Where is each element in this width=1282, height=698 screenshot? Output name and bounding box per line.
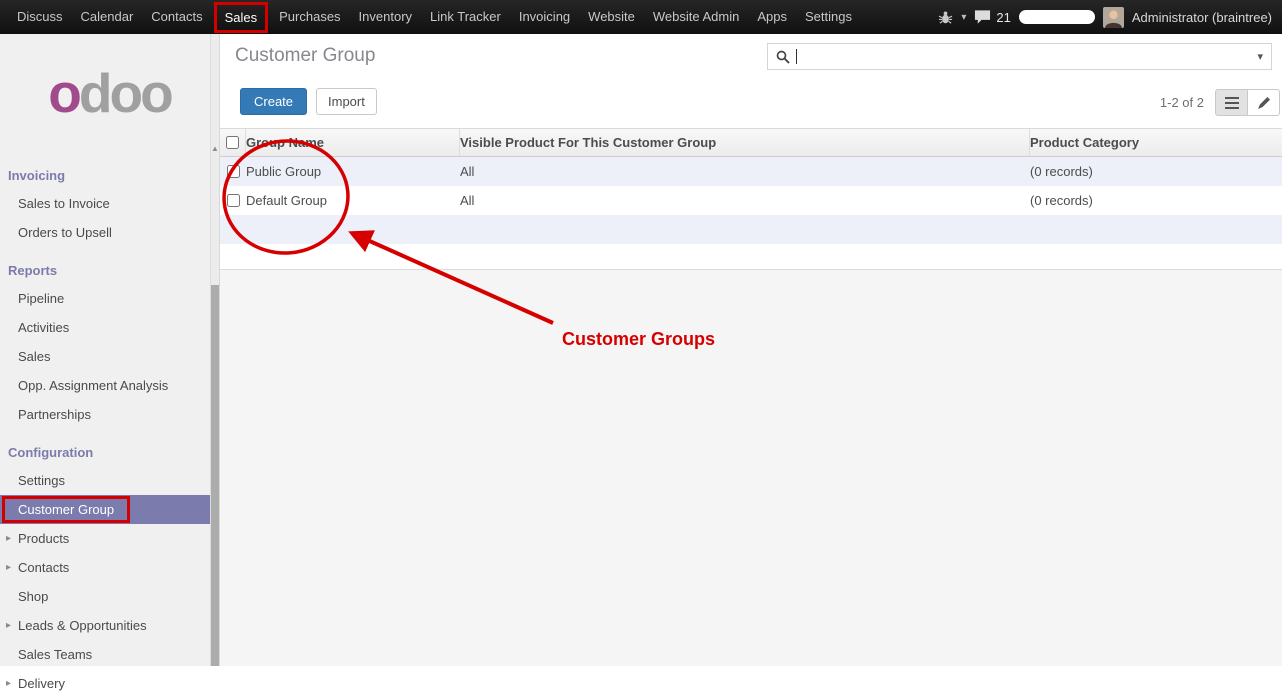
- sidebar-item-partnerships[interactable]: Partnerships: [0, 400, 210, 429]
- empty-row: [220, 244, 1282, 269]
- sidebar-item-delivery[interactable]: ▸Delivery: [0, 669, 210, 698]
- sidebar-item-sales[interactable]: Sales: [0, 342, 210, 371]
- sidebar-item-opp-assignment-analysis[interactable]: Opp. Assignment Analysis: [0, 371, 210, 400]
- table-row[interactable]: Public Group All (0 records): [220, 157, 1282, 186]
- sidebar-item-pipeline[interactable]: Pipeline: [0, 284, 210, 313]
- button-toolbar: Create Import 1-2 of 2: [220, 80, 1282, 128]
- sidebar-item-customer-group[interactable]: Customer Group: [0, 495, 210, 524]
- odoo-logo: odoo: [0, 34, 219, 152]
- empty-row: [220, 215, 1282, 244]
- list-view-icon: [1225, 97, 1239, 109]
- list-header-row: Group Name Visible Product For This Cust…: [220, 128, 1282, 157]
- search-icon[interactable]: [776, 50, 790, 64]
- content-background: [220, 269, 1282, 666]
- search-input[interactable]: [797, 48, 807, 65]
- row-checkbox[interactable]: [227, 165, 240, 178]
- select-all-cell: [220, 129, 246, 156]
- section-reports: Reports: [0, 247, 210, 284]
- sidebar-item-orders-to-upsell[interactable]: Orders to Upsell: [0, 218, 210, 247]
- sidebar-item-leads-opportunities[interactable]: ▸Leads & Opportunities: [0, 611, 210, 640]
- sidebar: odoo Invoicing Sales to Invoice Orders t…: [0, 34, 220, 666]
- cell-product-category: (0 records): [1030, 164, 1282, 179]
- app-menu: Discuss Calendar Contacts Sales Purchase…: [0, 0, 861, 34]
- search-options-caret-icon[interactable]: ▾: [1257, 50, 1271, 63]
- sidebar-item-products[interactable]: ▸Products: [0, 524, 210, 553]
- import-button[interactable]: Import: [316, 88, 377, 115]
- expand-caret-icon: ▸: [6, 524, 11, 553]
- status-pill: [1019, 10, 1095, 24]
- nav-settings[interactable]: Settings: [796, 0, 861, 34]
- section-configuration: Configuration: [0, 429, 210, 466]
- nav-discuss[interactable]: Discuss: [8, 0, 72, 34]
- expand-caret-icon: ▸: [6, 553, 11, 582]
- scrollbar-thumb[interactable]: [211, 285, 219, 666]
- odoo-logo-text: odoo: [48, 66, 170, 121]
- sidebar-item-sales-to-invoice[interactable]: Sales to Invoice: [0, 189, 210, 218]
- scrollbar-up-arrow-icon[interactable]: ▲: [211, 144, 219, 154]
- column-header-product-category[interactable]: Product Category: [1030, 129, 1282, 156]
- row-select-cell: [220, 165, 246, 178]
- nav-apps[interactable]: Apps: [748, 0, 796, 34]
- row-select-cell: [220, 194, 246, 207]
- sidebar-menu: Invoicing Sales to Invoice Orders to Ups…: [0, 152, 210, 698]
- sidebar-item-sales-teams[interactable]: Sales Teams: [0, 640, 210, 669]
- search-box[interactable]: ▾: [767, 43, 1272, 70]
- avatar[interactable]: [1103, 7, 1124, 28]
- row-checkbox[interactable]: [227, 194, 240, 207]
- user-menu[interactable]: Administrator (braintree): [1132, 10, 1272, 25]
- create-button[interactable]: Create: [240, 88, 307, 115]
- sidebar-item-activities[interactable]: Activities: [0, 313, 210, 342]
- list-view: Group Name Visible Product For This Cust…: [220, 128, 1282, 666]
- cell-group-name: Default Group: [246, 193, 460, 208]
- list-view-button[interactable]: [1215, 89, 1248, 116]
- section-invoicing: Invoicing: [0, 152, 210, 189]
- control-panel: Customer Group ▾: [220, 34, 1282, 80]
- form-view-icon: [1257, 96, 1271, 110]
- messages-count-badge[interactable]: 21: [996, 10, 1010, 25]
- sidebar-item-settings[interactable]: Settings: [0, 466, 210, 495]
- nav-purchases[interactable]: Purchases: [270, 0, 349, 34]
- sidebar-item-shop[interactable]: Shop: [0, 582, 210, 611]
- nav-contacts[interactable]: Contacts: [142, 0, 211, 34]
- main-content: Customer Group ▾ Create Import 1-2 of 2: [220, 34, 1282, 666]
- nav-sales[interactable]: Sales: [214, 2, 269, 33]
- table-row[interactable]: Default Group All (0 records): [220, 186, 1282, 215]
- column-header-visible-product[interactable]: Visible Product For This Customer Group: [460, 129, 1030, 156]
- cell-visible-product: All: [460, 193, 1030, 208]
- expand-caret-icon: ▸: [6, 611, 11, 640]
- nav-website[interactable]: Website: [579, 0, 644, 34]
- select-all-checkbox[interactable]: [226, 136, 239, 149]
- messages-icon[interactable]: [974, 9, 991, 25]
- debug-icon[interactable]: [938, 10, 953, 25]
- page-title: Customer Group: [235, 45, 375, 67]
- sidebar-item-contacts[interactable]: ▸Contacts: [0, 553, 210, 582]
- form-view-button[interactable]: [1247, 89, 1280, 116]
- pager-label: 1-2 of 2: [1160, 95, 1204, 110]
- column-header-group-name[interactable]: Group Name: [246, 129, 460, 156]
- debug-caret-icon[interactable]: ▾: [961, 12, 966, 23]
- systray: ▾ 21 Administrator (braintree): [938, 7, 1282, 28]
- nav-website-admin[interactable]: Website Admin: [644, 0, 748, 34]
- expand-caret-icon: ▸: [6, 669, 11, 698]
- nav-inventory[interactable]: Inventory: [350, 0, 421, 34]
- top-nav-bar: Discuss Calendar Contacts Sales Purchase…: [0, 0, 1282, 34]
- sidebar-item-label: Customer Group: [18, 502, 114, 517]
- sidebar-scrollbar[interactable]: ▲: [210, 34, 219, 666]
- nav-invoicing[interactable]: Invoicing: [510, 0, 579, 34]
- nav-link-tracker[interactable]: Link Tracker: [421, 0, 510, 34]
- nav-calendar[interactable]: Calendar: [72, 0, 143, 34]
- view-switcher: [1215, 89, 1280, 116]
- cell-product-category: (0 records): [1030, 193, 1282, 208]
- cell-group-name: Public Group: [246, 164, 460, 179]
- cell-visible-product: All: [460, 164, 1030, 179]
